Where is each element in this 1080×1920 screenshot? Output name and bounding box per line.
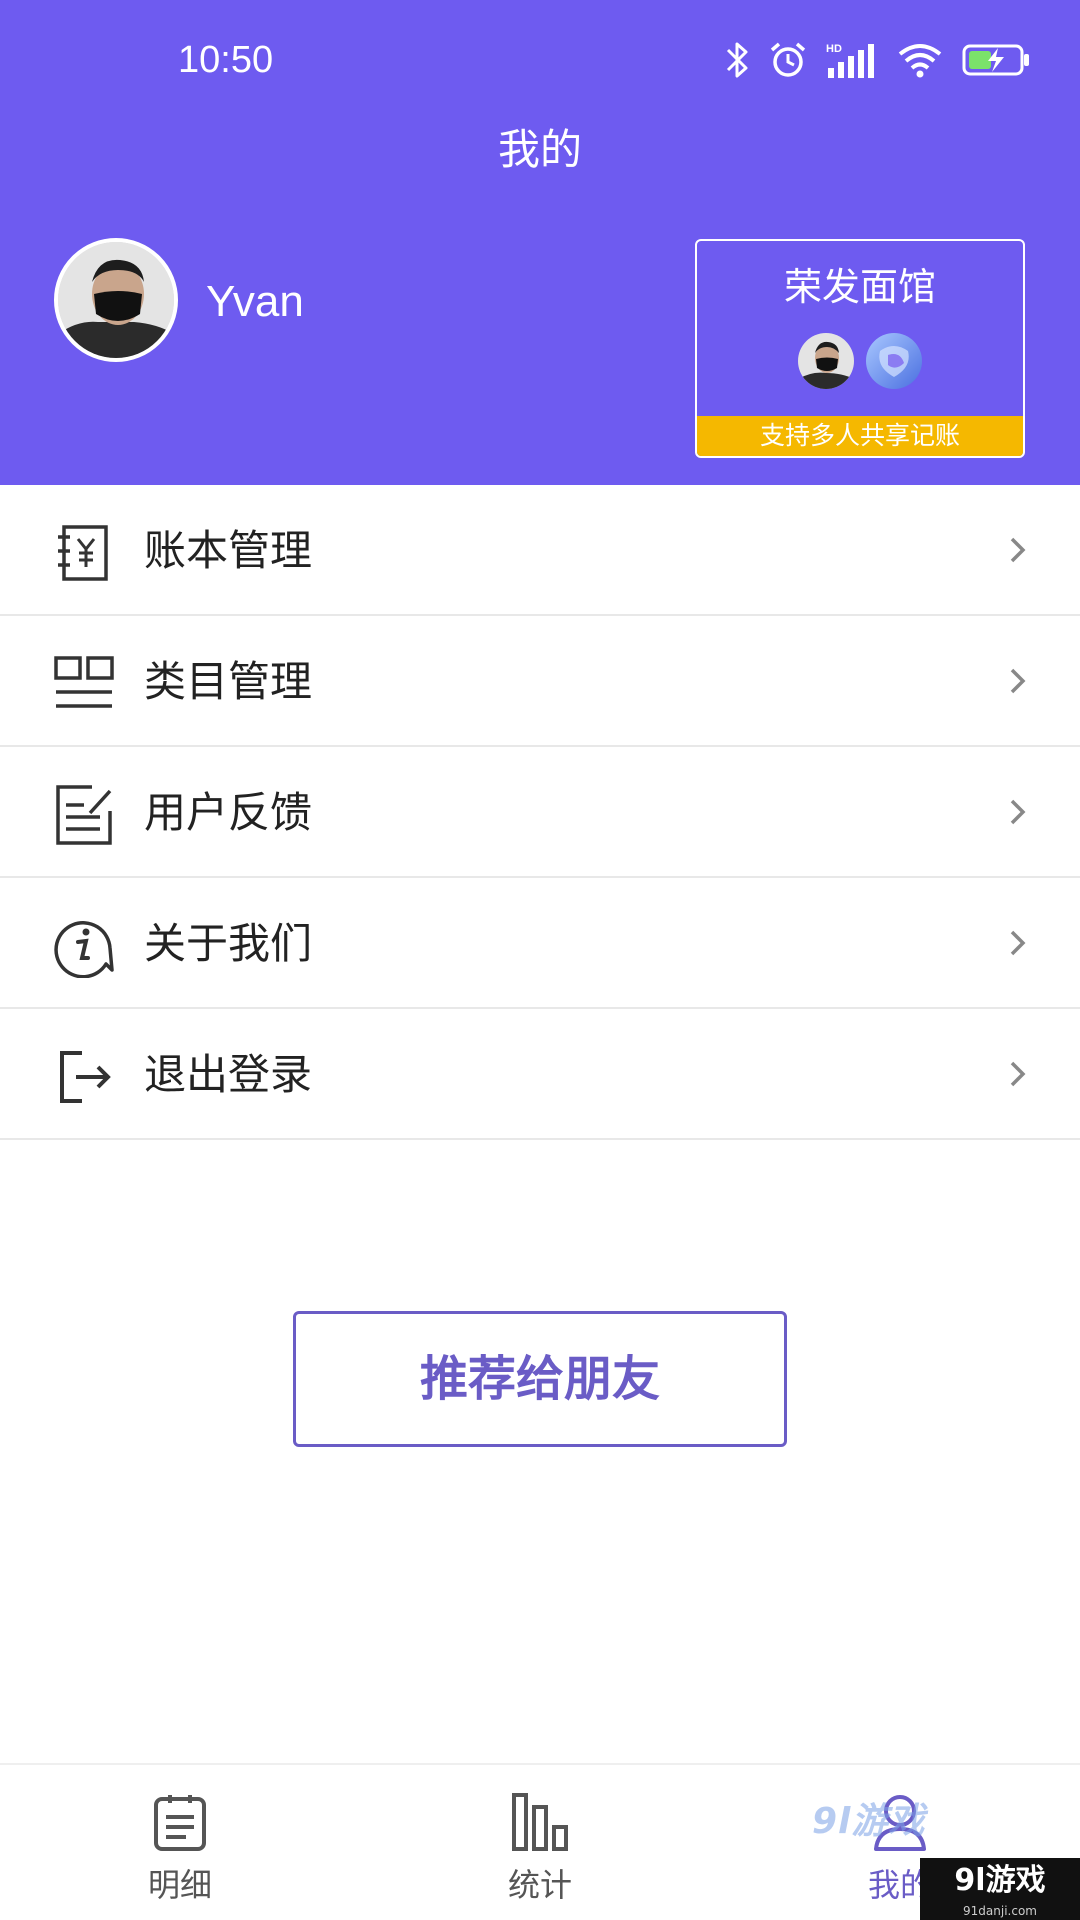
status-icons: HD: [724, 36, 1032, 84]
menu-item-feedback[interactable]: 用户反馈: [0, 747, 1080, 878]
member-avatar: [798, 333, 854, 389]
page-title: 我的: [497, 125, 582, 174]
book-name: 荣发面馆: [783, 265, 936, 309]
menu-label: 账本管理: [144, 526, 313, 575]
chevron-right-icon: [1010, 799, 1026, 825]
menu-item-logout[interactable]: 退出登录: [0, 1009, 1080, 1140]
menu-label: 类目管理: [144, 657, 313, 706]
svg-text:HD: HD: [826, 43, 842, 55]
tab-label: 明细: [147, 1866, 212, 1904]
chevron-right-icon: [1010, 1061, 1026, 1087]
share-strip: 支持多人共享记账: [697, 416, 1023, 456]
shared-book-card[interactable]: 荣发面馆 支持多人共享记账: [695, 239, 1025, 458]
watermark-corner-url: 91danji.com: [963, 1904, 1037, 1918]
menu-label: 关于我们: [144, 919, 313, 968]
watermark-logo: 9l游戏: [812, 1801, 926, 1842]
settings-menu: 账本管理 类目管理 用户反馈 关于我们 退出登录: [0, 485, 1080, 1140]
info-bubble-icon: [54, 921, 114, 978]
clipboard-list-icon: [154, 1795, 206, 1851]
member-avatars: [697, 333, 1023, 389]
logout-icon: [60, 1051, 111, 1103]
recommend-button[interactable]: 推荐给朋友: [293, 1311, 787, 1447]
tab-details[interactable]: 明细: [0, 1765, 360, 1920]
ledger-yuan-icon: [58, 525, 108, 581]
bluetooth-icon: [726, 42, 748, 78]
hd-signal-icon: HD: [826, 43, 874, 78]
chevron-right-icon: [1010, 537, 1026, 563]
battery-charging-icon: [962, 44, 1029, 76]
bar-chart-icon: [512, 1793, 568, 1851]
member-avatar: [866, 333, 922, 389]
watermark-corner-text: 9l游戏: [954, 1863, 1046, 1898]
user-avatar[interactable]: [54, 238, 178, 362]
menu-item-ledger[interactable]: 账本管理: [0, 485, 1080, 616]
status-time: 10:50: [178, 39, 274, 81]
menu-item-about[interactable]: 关于我们: [0, 878, 1080, 1009]
alarm-icon: [770, 42, 806, 77]
menu-item-category[interactable]: 类目管理: [0, 616, 1080, 747]
chevron-right-icon: [1010, 668, 1026, 694]
tab-label: 统计: [507, 1866, 572, 1904]
watermark-corner: 9l游戏 91danji.com: [920, 1858, 1080, 1920]
menu-label: 退出登录: [144, 1050, 313, 1099]
tab-stats[interactable]: 统计: [360, 1765, 720, 1920]
feedback-note-icon: [56, 785, 112, 845]
chevron-right-icon: [1010, 930, 1026, 956]
header: 10:50 HD 我的 Yvan 荣发面馆 支持多人共享记账: [0, 0, 1080, 485]
menu-label: 用户反馈: [144, 788, 313, 837]
wifi-icon: [898, 44, 942, 78]
user-name: Yvan: [206, 277, 304, 326]
category-grid-icon: [54, 656, 114, 708]
